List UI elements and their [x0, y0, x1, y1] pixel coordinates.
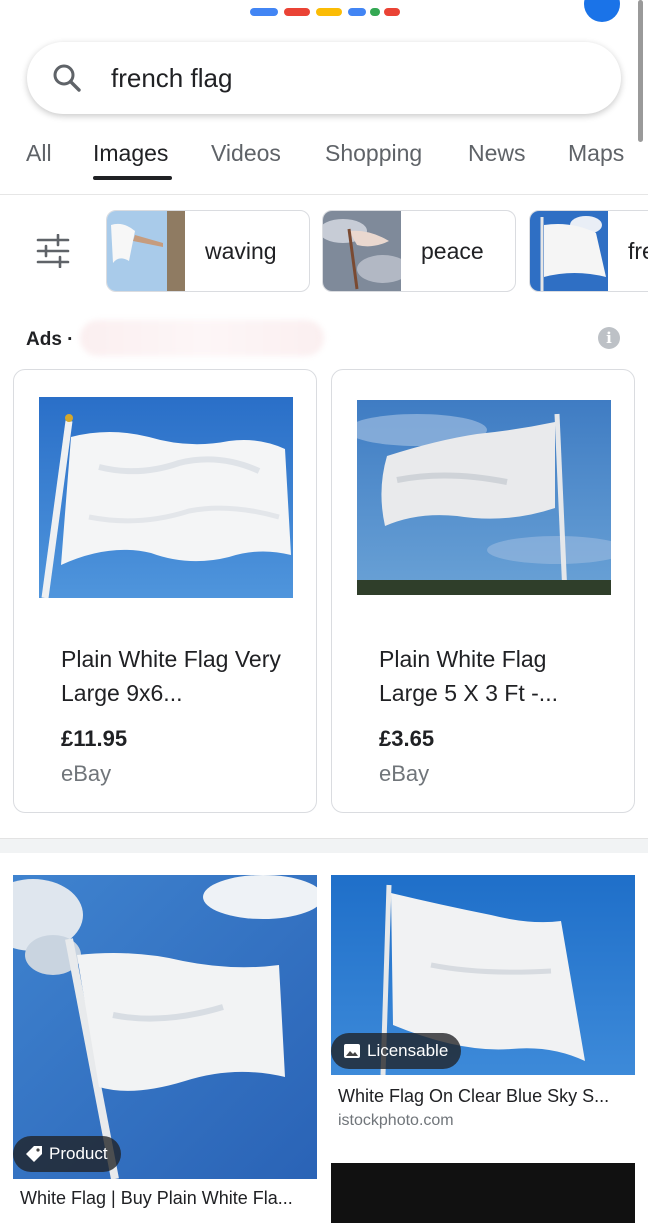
- product-card[interactable]: Plain White Flag Large 5 X 3 Ft -... £3.…: [331, 369, 635, 813]
- product-image: [357, 400, 611, 595]
- ads-sponsor-redacted: [80, 320, 324, 356]
- product-image: [39, 397, 293, 598]
- result-source[interactable]: istockphoto.com: [338, 1112, 454, 1130]
- chip-label: waving: [205, 238, 277, 264]
- badge-label: Licensable: [367, 1041, 449, 1060]
- chip-thumbnail: [323, 211, 401, 291]
- tab-maps[interactable]: Maps: [568, 140, 624, 167]
- section-divider: [0, 838, 648, 853]
- chip-peace[interactable]: peace: [322, 210, 516, 292]
- chip-fre[interactable]: fre: [529, 210, 648, 292]
- tab-shopping[interactable]: Shopping: [325, 140, 422, 167]
- chip-label: peace: [421, 238, 484, 264]
- badge-label: Product: [49, 1144, 108, 1163]
- chip-thumbnail: [530, 211, 608, 291]
- search-tabs: All Images Videos Shopping News Maps: [0, 128, 648, 195]
- image-icon: [344, 1044, 360, 1058]
- product-price: £11.95: [61, 726, 128, 751]
- tab-news[interactable]: News: [468, 140, 526, 167]
- info-icon[interactable]: i: [598, 327, 620, 349]
- tag-icon: [26, 1146, 42, 1162]
- product-card[interactable]: Plain White Flag Very Large 9x6... £11.9…: [13, 369, 317, 813]
- google-logo[interactable]: [250, 0, 400, 16]
- chip-waving[interactable]: waving: [106, 210, 310, 292]
- product-store: eBay: [379, 761, 430, 786]
- result-title[interactable]: White Flag | Buy Plain White Fla...: [20, 1188, 316, 1209]
- result-image[interactable]: [331, 1163, 635, 1223]
- tab-images[interactable]: Images: [93, 140, 168, 167]
- search-input[interactable]: french flag: [111, 62, 232, 94]
- result-image[interactable]: [13, 875, 317, 1179]
- scrollbar[interactable]: [638, 0, 643, 142]
- licensable-badge[interactable]: Licensable: [331, 1033, 461, 1069]
- filter-icon[interactable]: [36, 234, 70, 268]
- account-avatar[interactable]: [584, 0, 620, 22]
- tab-videos[interactable]: Videos: [211, 140, 281, 167]
- product-badge: Product: [13, 1136, 121, 1172]
- chip-label: fre: [628, 238, 648, 264]
- tab-all[interactable]: All: [26, 140, 52, 167]
- chip-thumbnail: [107, 211, 185, 291]
- product-title: Plain White Flag Large 5 X 3 Ft -...: [379, 646, 558, 706]
- result-title[interactable]: White Flag On Clear Blue Sky S...: [338, 1086, 634, 1107]
- search-box[interactable]: french flag: [27, 42, 621, 114]
- active-tab-indicator: [93, 176, 172, 180]
- product-price: £3.65: [379, 726, 435, 751]
- product-store: eBay: [61, 761, 112, 786]
- ads-label: Ads ·: [26, 329, 74, 350]
- product-title: Plain White Flag Very Large 9x6...: [61, 646, 281, 706]
- search-icon[interactable]: [51, 62, 83, 94]
